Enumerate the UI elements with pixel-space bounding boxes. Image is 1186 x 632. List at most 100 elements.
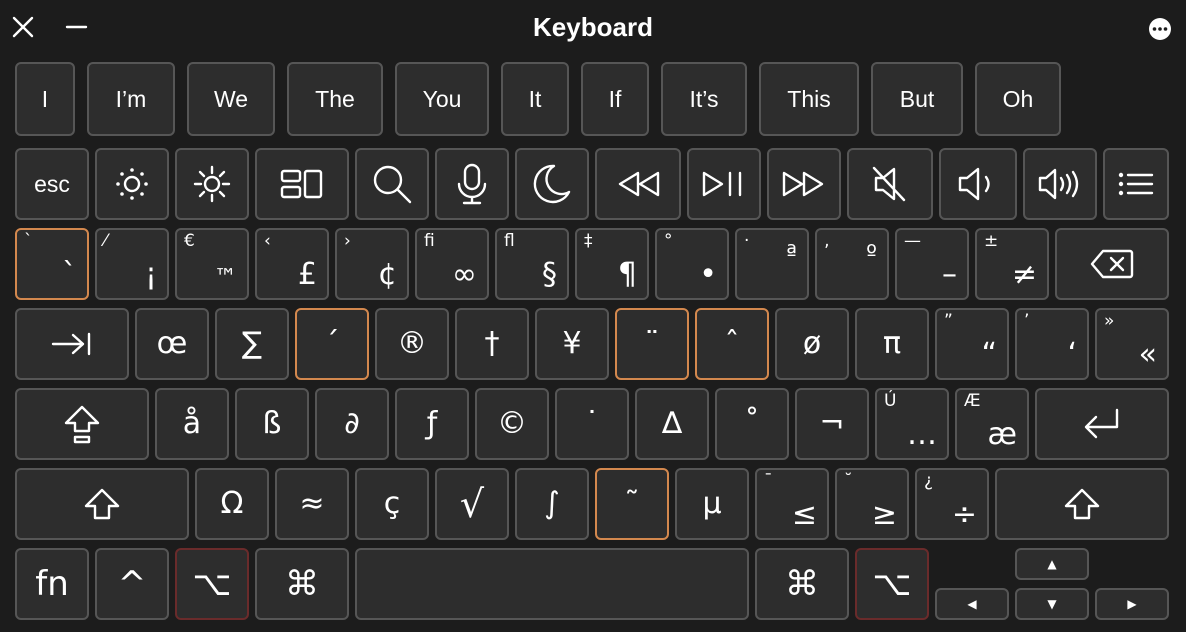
key-secondary-label: » <box>1104 311 1115 331</box>
key-secondary-label: ° <box>664 231 673 251</box>
key-2[interactable]: € ™ <box>175 228 249 300</box>
suggestion-key[interactable]: It’s <box>661 62 747 136</box>
rewind-key[interactable] <box>595 148 681 220</box>
key-8[interactable]: ° • <box>655 228 729 300</box>
key-e[interactable]: ´ <box>295 308 369 380</box>
suggestion-key[interactable]: But <box>871 62 963 136</box>
escape-key[interactable]: esc <box>15 148 89 220</box>
left-shift-key[interactable] <box>15 468 189 540</box>
key-u[interactable]: ¨ <box>615 308 689 380</box>
space-bar[interactable] <box>355 548 749 620</box>
do-not-disturb-key[interactable] <box>515 148 589 220</box>
key-1[interactable]: ⁄ ¡ <box>95 228 169 300</box>
control-key[interactable]: ^ <box>95 548 169 620</box>
key-5[interactable]: ﬁ ∞ <box>415 228 489 300</box>
volume-up-key[interactable] <box>1023 148 1097 220</box>
key-secondary-label: ` <box>24 231 33 251</box>
key-quote[interactable]: Ææ <box>955 388 1029 460</box>
escape-label: esc <box>34 170 70 197</box>
key-grave[interactable]: ` ` <box>15 228 89 300</box>
search-icon <box>370 162 414 206</box>
brightness-up-key[interactable] <box>175 148 249 220</box>
key-3[interactable]: ‹ £ <box>255 228 329 300</box>
key-f[interactable]: ƒ <box>395 388 469 460</box>
key-h[interactable]: ˙ <box>555 388 629 460</box>
speaker-high-icon <box>1036 164 1084 204</box>
more-options-icon[interactable] <box>1148 17 1172 41</box>
suggestion-key[interactable]: This <box>759 62 859 136</box>
key-z[interactable]: Ω <box>195 468 269 540</box>
command-icon: ⌘ <box>285 564 319 604</box>
key-d[interactable]: ∂ <box>315 388 389 460</box>
key-v[interactable]: √ <box>435 468 509 540</box>
key-q[interactable]: œ <box>135 308 209 380</box>
delete-key[interactable] <box>1055 228 1169 300</box>
right-shift-key[interactable] <box>995 468 1169 540</box>
key-a[interactable]: å <box>155 388 229 460</box>
suggestion-key[interactable]: You <box>395 62 489 136</box>
key-equals[interactable]: ± ≠ <box>975 228 1049 300</box>
key-0[interactable]: ‚ º <box>815 228 889 300</box>
key-backslash[interactable]: » « <box>1095 308 1169 380</box>
suggestion-key[interactable]: Oh <box>975 62 1061 136</box>
key-n[interactable]: ˜ <box>595 468 669 540</box>
key-o[interactable]: ø <box>775 308 849 380</box>
key-x[interactable]: ≈ <box>275 468 349 540</box>
brightness-down-key[interactable] <box>95 148 169 220</box>
key-p[interactable]: π <box>855 308 929 380</box>
tab-key[interactable] <box>15 308 129 380</box>
key-j[interactable]: ∆ <box>635 388 709 460</box>
mission-control-key[interactable] <box>255 148 349 220</box>
arrow-down-key[interactable]: ▼ <box>1015 588 1089 620</box>
key-minus[interactable]: — – <box>895 228 969 300</box>
key-label: ˜ <box>624 486 640 521</box>
key-7[interactable]: ‡ ¶ <box>575 228 649 300</box>
arrow-left-key[interactable]: ◀ <box>935 588 1009 620</box>
suggestion-key[interactable]: We <box>187 62 275 136</box>
key-right-bracket[interactable]: ’ ‘ <box>1015 308 1089 380</box>
key-y[interactable]: ¥ <box>535 308 609 380</box>
key-4[interactable]: › ¢ <box>335 228 409 300</box>
caps-lock-key[interactable] <box>15 388 149 460</box>
suggestion-key[interactable]: I’m <box>87 62 175 136</box>
key-c[interactable]: ç <box>355 468 429 540</box>
return-key[interactable] <box>1035 388 1169 460</box>
list-key[interactable] <box>1103 148 1169 220</box>
key-semicolon[interactable]: Ú… <box>875 388 949 460</box>
fast-forward-key[interactable] <box>767 148 841 220</box>
play-pause-key[interactable] <box>687 148 761 220</box>
key-9[interactable]: · ª <box>735 228 809 300</box>
dictation-key[interactable] <box>435 148 509 220</box>
key-label: ≠ <box>1011 257 1037 292</box>
suggestion-key[interactable]: I <box>15 62 75 136</box>
key-t[interactable]: † <box>455 308 529 380</box>
key-label: ¨ <box>644 326 660 361</box>
key-left-bracket[interactable]: ” “ <box>935 308 1009 380</box>
left-option-key[interactable]: ⌥ <box>175 548 249 620</box>
spotlight-key[interactable] <box>355 148 429 220</box>
key-k[interactable]: ˚ <box>715 388 789 460</box>
right-option-key[interactable]: ⌥ <box>855 548 929 620</box>
key-period[interactable]: ˘ ≥ <box>835 468 909 540</box>
arrow-up-key[interactable]: ▲ <box>1015 548 1089 580</box>
key-slash[interactable]: ¿ ÷ <box>915 468 989 540</box>
suggestion-key[interactable]: If <box>581 62 649 136</box>
suggestion-key[interactable]: The <box>287 62 383 136</box>
suggestion-key[interactable]: It <box>501 62 569 136</box>
key-g[interactable]: © <box>475 388 549 460</box>
key-w[interactable]: ∑ <box>215 308 289 380</box>
key-comma[interactable]: ¯ ≤ <box>755 468 829 540</box>
key-s[interactable]: ß <box>235 388 309 460</box>
right-command-key[interactable]: ⌘ <box>755 548 849 620</box>
key-b[interactable]: ∫ <box>515 468 589 540</box>
mute-key[interactable] <box>847 148 933 220</box>
key-i[interactable]: ˆ <box>695 308 769 380</box>
key-r[interactable]: ® <box>375 308 449 380</box>
arrow-right-key[interactable]: ▶ <box>1095 588 1169 620</box>
left-command-key[interactable]: ⌘ <box>255 548 349 620</box>
key-l[interactable]: ¬ <box>795 388 869 460</box>
volume-down-key[interactable] <box>939 148 1017 220</box>
key-6[interactable]: ﬂ § <box>495 228 569 300</box>
key-m[interactable]: µ <box>675 468 749 540</box>
fn-key[interactable]: fn <box>15 548 89 620</box>
